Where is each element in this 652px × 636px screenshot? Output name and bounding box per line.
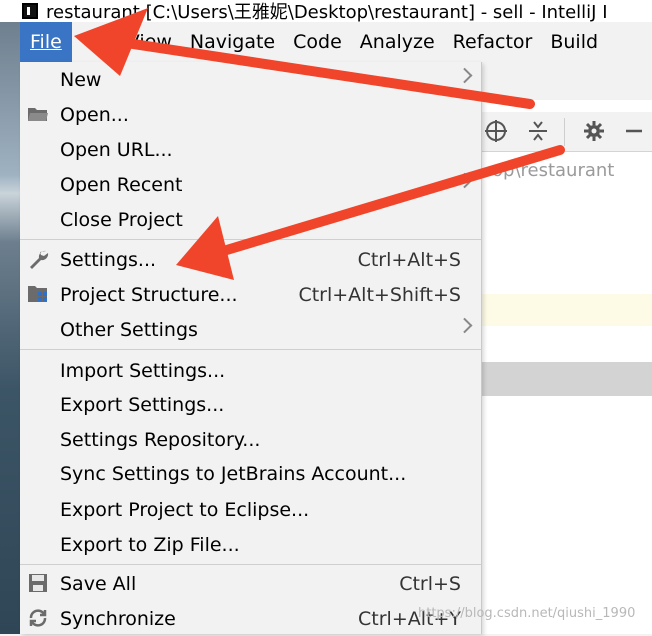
project-panel: op\restaurant [482,100,652,634]
chevron-right-icon [456,172,473,189]
window-titlebar: restaurant [C:\Users\王雅妮\Desktop\restaur… [0,0,652,22]
collapse-icon[interactable] [524,118,552,146]
menu-code[interactable]: Code [284,22,351,62]
chevron-right-icon [456,67,473,84]
wrench-icon [26,247,50,271]
sync-icon [26,606,50,630]
project-structure-icon [26,282,50,306]
folder-icon [26,102,50,126]
menu-separator [20,239,481,240]
menu-item-open[interactable]: Open... [20,97,481,132]
locate-icon[interactable] [482,118,510,146]
menu-file[interactable]: File [20,22,72,62]
save-icon [26,571,50,595]
intellij-app-icon [22,3,38,19]
menu-separator [20,564,481,565]
menu-item-open-url[interactable]: Open URL... [20,132,481,167]
menu-item-save-all[interactable]: Save All Ctrl+S [20,566,481,601]
toolbar-separator [564,118,565,146]
menu-item-export-settings[interactable]: Export Settings... [20,387,481,422]
selected-row [482,362,652,396]
project-toolbar [482,112,652,152]
menu-item-sync-settings[interactable]: Sync Settings to JetBrains Account... [20,456,481,491]
watermark: https://blog.csdn.net/qiushi_1990 [418,606,636,621]
gear-icon[interactable] [580,118,608,146]
window-title: restaurant [C:\Users\王雅妮\Desktop\restaur… [46,2,608,22]
file-menu-dropdown: New Open... Open URL... Open Recent Clos… [20,62,482,634]
menu-view[interactable]: View [118,22,181,62]
desktop-background [0,22,20,634]
menu-item-open-recent[interactable]: Open Recent [20,167,481,202]
menu-bar: File View Navigate Code Analyze Refactor… [20,22,652,62]
menu-item-settings-repository[interactable]: Settings Repository... [20,422,481,457]
menu-navigate[interactable]: Navigate [181,22,284,62]
menu-item-close-project[interactable]: Close Project [20,202,481,237]
chevron-right-icon [456,317,473,334]
menu-item-synchronize[interactable]: Synchronize Ctrl+Alt+Y [20,601,481,636]
minimize-icon[interactable] [620,118,648,146]
project-path-label: op\restaurant [492,160,615,181]
menu-item-export-zip[interactable]: Export to Zip File... [20,527,481,562]
menu-item-export-eclipse[interactable]: Export Project to Eclipse... [20,492,481,527]
menu-separator [20,349,481,350]
menu-item-import-settings[interactable]: Import Settings... [20,353,481,388]
menu-refactor[interactable]: Refactor [444,22,542,62]
menu-analyze[interactable]: Analyze [351,22,444,62]
menu-item-other-settings[interactable]: Other Settings [20,312,481,347]
menu-build[interactable]: Build [541,22,607,62]
menu-item-settings[interactable]: Settings... Ctrl+Alt+S [20,242,481,277]
menu-item-new[interactable]: New [20,62,481,97]
menu-item-project-structure[interactable]: Project Structure... Ctrl+Alt+Shift+S [20,277,481,312]
highlighted-line [482,294,652,326]
